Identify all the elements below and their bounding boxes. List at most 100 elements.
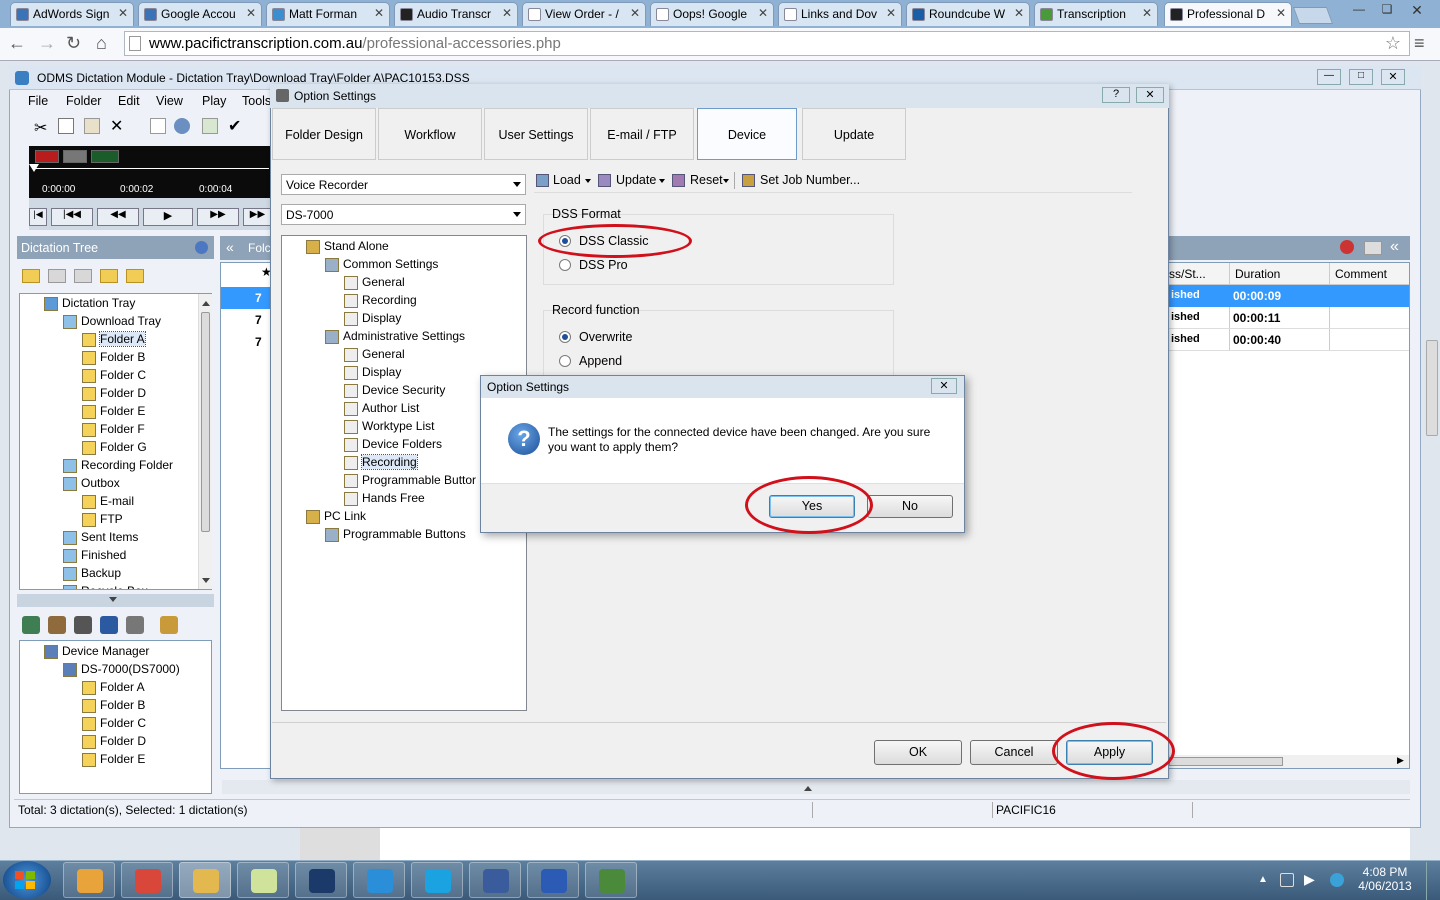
- forward-icon[interactable]: →: [38, 33, 56, 54]
- browser-tab[interactable]: Audio Transcr ✕: [394, 2, 518, 26]
- settings-tree-item[interactable]: General: [344, 345, 405, 363]
- delete-icon[interactable]: ✕: [110, 116, 123, 136]
- settings-tree-item[interactable]: Recording: [344, 453, 418, 471]
- download-icon[interactable]: [22, 616, 40, 634]
- settings-tree-item[interactable]: Author List: [344, 399, 419, 417]
- tab-close-icon[interactable]: ✕: [630, 6, 640, 20]
- scroll-down-icon[interactable]: [202, 578, 210, 587]
- folder-icon[interactable]: [48, 269, 66, 283]
- record-new-icon[interactable]: [150, 118, 166, 134]
- model-select[interactable]: DS-7000: [281, 204, 526, 225]
- tree-item[interactable]: Folder G: [82, 438, 147, 456]
- overwrite-radio[interactable]: Overwrite: [559, 330, 632, 344]
- show-desktop-button[interactable]: [1426, 862, 1440, 900]
- settings-tree-item[interactable]: Programmable Buttor: [344, 471, 476, 489]
- scroll-thumb[interactable]: [1169, 757, 1283, 766]
- tree-item[interactable]: Finished: [63, 546, 126, 564]
- table-row[interactable]: [1169, 307, 1409, 329]
- settings-tree-item[interactable]: Programmable Buttons: [325, 525, 466, 543]
- prev-icon[interactable]: |◀◀: [51, 208, 93, 226]
- browser-tab[interactable]: Professional D ✕: [1164, 2, 1292, 26]
- tree-item[interactable]: Recording Folder: [63, 456, 173, 474]
- copy-icon[interactable]: [58, 118, 74, 134]
- settings-tree-item[interactable]: Device Security: [344, 381, 445, 399]
- tree-item[interactable]: Download Tray: [63, 312, 161, 330]
- device-type-select[interactable]: Voice Recorder: [281, 174, 526, 195]
- dss-pro-radio[interactable]: DSS Pro: [559, 258, 628, 272]
- tree-item[interactable]: Folder A: [82, 330, 146, 348]
- action-center-icon[interactable]: [1280, 873, 1294, 887]
- confirm-close-icon[interactable]: ✕: [931, 378, 957, 394]
- tab-close-icon[interactable]: ✕: [886, 6, 896, 20]
- dictation-taskbar-button[interactable]: [469, 862, 521, 898]
- browser-tab[interactable]: View Order - / ✕: [522, 2, 646, 26]
- restore-icon[interactable]: ❏: [1374, 2, 1400, 18]
- tab-close-icon[interactable]: ✕: [502, 6, 512, 20]
- new-folder-icon[interactable]: [22, 269, 40, 283]
- device-tree-item[interactable]: Device Manager: [44, 642, 149, 660]
- page-scrollbar-thumb[interactable]: [1426, 340, 1438, 436]
- network-icon[interactable]: [1330, 873, 1344, 887]
- tree-item[interactable]: Outbox: [63, 474, 120, 492]
- home-icon[interactable]: ⌂: [96, 33, 107, 54]
- upload-icon[interactable]: [48, 616, 66, 634]
- ok-button[interactable]: OK: [874, 740, 962, 765]
- option-tab[interactable]: Workflow: [378, 108, 482, 160]
- pen-taskbar-button[interactable]: [295, 862, 347, 898]
- cancel-button[interactable]: Cancel: [970, 740, 1058, 765]
- address-bar[interactable]: www.pacifictranscription.com.au/professi…: [124, 31, 1410, 56]
- tab-close-icon[interactable]: ✕: [1276, 6, 1286, 20]
- dialog-close-icon[interactable]: ✕: [1136, 87, 1164, 103]
- odms-maximize-icon[interactable]: □: [1349, 69, 1373, 85]
- option-tab[interactable]: Folder Design: [272, 108, 376, 160]
- table-row-selected[interactable]: [221, 287, 271, 309]
- tab-close-icon[interactable]: ✕: [118, 6, 128, 20]
- expand-icon[interactable]: [804, 782, 812, 791]
- odms-close-icon[interactable]: ✕: [1381, 69, 1405, 85]
- browser-tab[interactable]: Oops! Google ✕: [650, 2, 774, 26]
- no-button[interactable]: No: [867, 495, 953, 518]
- delete-mark-icon[interactable]: [1340, 240, 1354, 254]
- tab-close-icon[interactable]: ✕: [246, 6, 256, 20]
- clock[interactable]: 4:08 PM 4/06/2013: [1352, 865, 1418, 893]
- tree-item[interactable]: Folder B: [82, 348, 145, 366]
- bookmark-star-icon[interactable]: ☆: [1385, 33, 1401, 54]
- browser-tab[interactable]: AdWords Sign ✕: [10, 2, 134, 26]
- device-config-icon[interactable]: [160, 616, 178, 634]
- settings-tree-item[interactable]: Administrative Settings: [325, 327, 465, 345]
- browser-tab[interactable]: Links and Dov ✕: [778, 2, 902, 26]
- tree-item[interactable]: Folder F: [82, 420, 145, 438]
- tree-item[interactable]: Folder E: [82, 402, 145, 420]
- splitter[interactable]: [17, 594, 214, 607]
- option-tab[interactable]: Update: [802, 108, 906, 160]
- chrome-taskbar-button[interactable]: [121, 862, 173, 898]
- device-settings-icon[interactable]: [126, 616, 144, 634]
- position-marker[interactable]: [29, 164, 39, 177]
- back-icon[interactable]: ←: [8, 33, 26, 54]
- browser-tab[interactable]: Matt Forman ✕: [266, 2, 390, 26]
- horizontal-scrollbar[interactable]: ▶: [1169, 755, 1409, 768]
- transcription-taskbar-button[interactable]: [585, 862, 637, 898]
- tree-item[interactable]: Backup: [63, 564, 121, 582]
- fast-forward-icon[interactable]: ▶▶: [197, 208, 239, 226]
- tab-close-icon[interactable]: ✕: [1142, 6, 1152, 20]
- refresh-icon[interactable]: [202, 118, 218, 134]
- device-tree-item[interactable]: Folder C: [82, 714, 146, 732]
- browser-tab[interactable]: Transcription ✕: [1034, 2, 1158, 26]
- reset-button[interactable]: Reset: [690, 173, 723, 187]
- settings-tree-item[interactable]: General: [344, 273, 405, 291]
- comment-header[interactable]: Comment: [1335, 267, 1387, 281]
- settings-tree-item[interactable]: Display: [344, 309, 401, 327]
- device-tree-item[interactable]: Folder D: [82, 732, 146, 750]
- tab-close-icon[interactable]: ✕: [1014, 6, 1024, 20]
- settings-tree-item[interactable]: Stand Alone: [306, 237, 389, 255]
- notes-taskbar-button[interactable]: [237, 862, 289, 898]
- tree-item[interactable]: E-mail: [82, 492, 134, 510]
- pin-icon[interactable]: [195, 241, 208, 254]
- check-icon[interactable]: ✔: [228, 116, 241, 136]
- properties-icon[interactable]: [174, 118, 190, 134]
- set-job-number-button[interactable]: Set Job Number...: [760, 173, 860, 187]
- word-taskbar-button[interactable]: [527, 862, 579, 898]
- device-icon[interactable]: [74, 616, 92, 634]
- bottom-splitter[interactable]: [222, 780, 1410, 794]
